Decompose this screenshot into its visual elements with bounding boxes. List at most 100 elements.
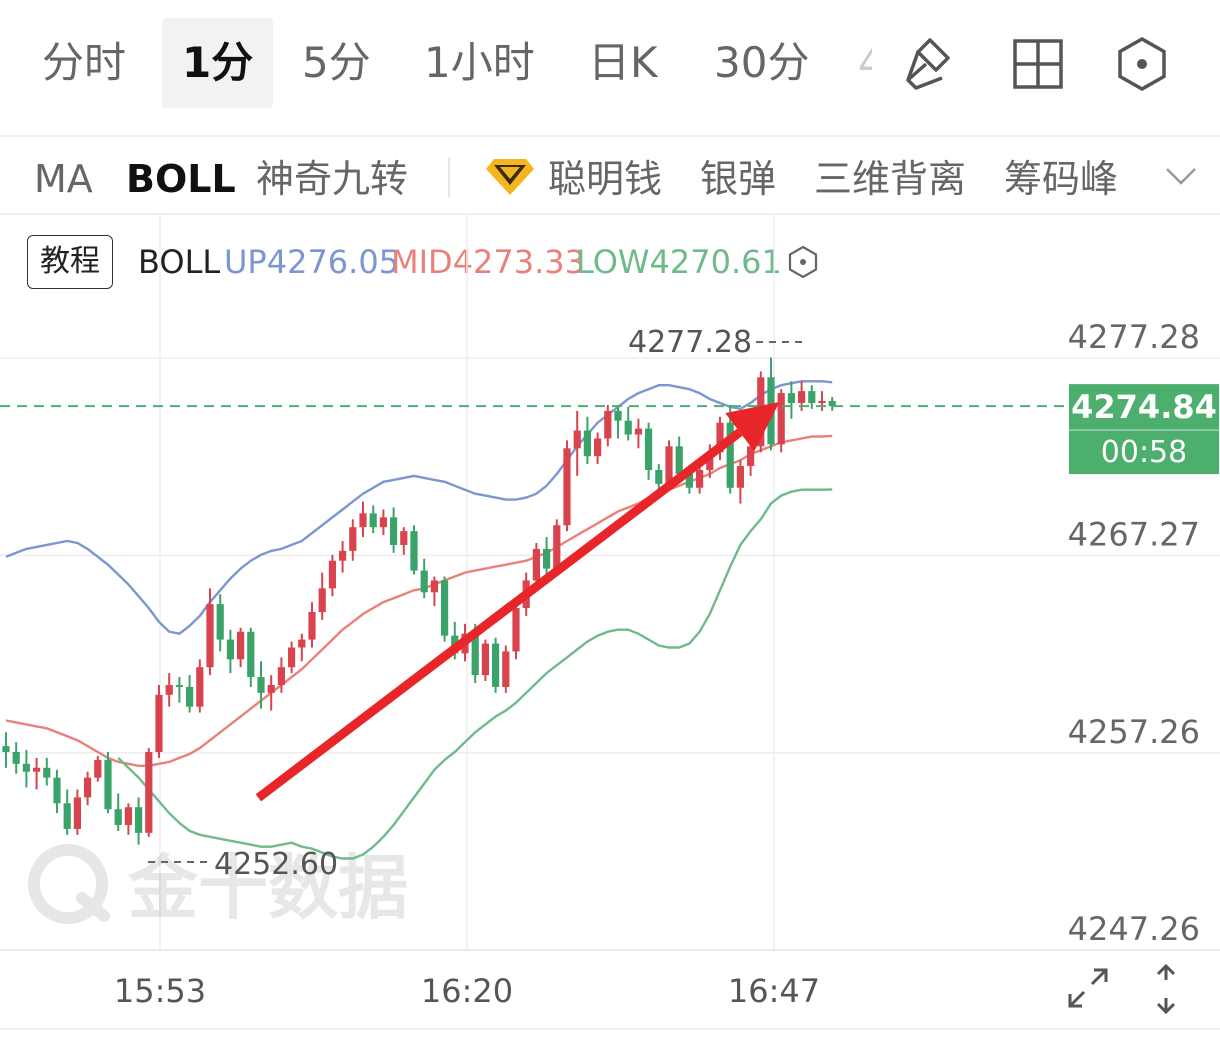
- candle: [339, 541, 347, 573]
- tab-1min[interactable]: 1分: [162, 18, 274, 108]
- tab-30min[interactable]: 30分: [694, 18, 829, 108]
- candle: [104, 752, 112, 814]
- indicator-tab-boll[interactable]: BOLL: [126, 137, 236, 221]
- tab-5min[interactable]: 5分: [282, 18, 391, 108]
- candle: [808, 385, 816, 409]
- candles: [2, 357, 836, 845]
- tab-1hour[interactable]: 1小时: [404, 18, 555, 108]
- candle-body: [512, 608, 520, 652]
- candle-body: [308, 611, 316, 640]
- candle: [573, 410, 581, 476]
- countdown-timer: 00:58: [1101, 435, 1187, 470]
- candle: [481, 639, 489, 682]
- candle-body: [43, 767, 51, 778]
- candle-body: [359, 513, 367, 528]
- diamond-icon: [486, 159, 534, 195]
- y-tick-label: 4277.28: [1068, 318, 1200, 356]
- candle-body: [492, 643, 500, 687]
- candle-body: [543, 548, 551, 569]
- candle-body: [318, 588, 326, 612]
- candle: [369, 505, 377, 534]
- candle-body: [288, 647, 296, 668]
- candle: [216, 594, 224, 652]
- candle-body: [604, 410, 612, 439]
- indicator-tab-shenqi[interactable]: 神奇九转: [256, 137, 408, 221]
- candle: [410, 525, 418, 575]
- candle-body: [808, 391, 816, 403]
- candle-body: [594, 438, 602, 457]
- candle: [634, 418, 642, 449]
- candle: [298, 633, 306, 662]
- candle: [84, 771, 92, 806]
- candle-body: [328, 560, 336, 589]
- candle-body: [675, 446, 683, 474]
- candle: [318, 572, 326, 620]
- draw-line-icon[interactable]: [902, 34, 962, 94]
- divider: [448, 157, 450, 197]
- candle: [33, 757, 41, 790]
- candle: [267, 675, 275, 711]
- candle-body: [553, 525, 561, 569]
- tab-daily-k[interactable]: 日K: [568, 18, 678, 108]
- candle-body: [441, 580, 449, 636]
- candle: [22, 750, 30, 788]
- tab-4-truncated[interactable]: 4: [844, 18, 872, 108]
- current-price-tag: 4274.84 00:58: [1069, 384, 1219, 475]
- candle-body: [114, 809, 122, 825]
- candle-body: [502, 651, 510, 687]
- candle: [492, 637, 500, 693]
- chevron-down-icon[interactable]: [1164, 165, 1198, 187]
- candle-body: [798, 391, 806, 403]
- candle: [12, 742, 20, 774]
- candle: [604, 404, 612, 447]
- vertical-resize-icon[interactable]: [1148, 960, 1184, 1018]
- settings-hex-icon[interactable]: [1112, 34, 1172, 94]
- candle-body: [226, 639, 234, 660]
- candle: [94, 755, 102, 782]
- candle-body: [53, 777, 61, 804]
- candle-body: [247, 631, 255, 678]
- candle: [359, 501, 367, 538]
- candle-body: [787, 393, 795, 403]
- y-tick-label: 4247.26: [1068, 910, 1200, 948]
- candle: [502, 645, 510, 693]
- x-tick-label: 16:20: [421, 972, 513, 1010]
- candle-body: [124, 807, 132, 825]
- indicator-tab-chip-peak[interactable]: 筹码峰: [1004, 137, 1118, 221]
- candle-body: [614, 410, 622, 421]
- indicator-tab-silver-bullet[interactable]: 银弹: [700, 137, 776, 221]
- fullscreen-icon[interactable]: [1062, 962, 1114, 1014]
- grid-layout-icon[interactable]: [1008, 34, 1068, 94]
- candle: [400, 527, 408, 555]
- candle-body: [665, 446, 673, 484]
- candle-body: [369, 513, 377, 528]
- candle-body: [634, 428, 642, 435]
- candle-body: [63, 803, 71, 829]
- candle: [390, 507, 398, 553]
- tab-fenshi[interactable]: 分时: [22, 18, 146, 108]
- indicator-tab-3d-divergence[interactable]: 三维背离: [814, 137, 966, 221]
- candle: [247, 627, 255, 687]
- bottom-divider: [0, 1028, 1220, 1030]
- candle-body: [349, 527, 357, 551]
- candle: [349, 519, 357, 561]
- y-axis: 4277.28 4267.27 4257.26 4247.26 4274.84 00:58: [1068, 318, 1219, 948]
- candle: [155, 684, 163, 758]
- chart-grid: [0, 214, 1220, 951]
- candle: [53, 769, 61, 814]
- candle-body: [165, 684, 173, 695]
- candle: [124, 803, 132, 835]
- timeframe-bar: 分时 1分 5分 1小时 日K 30分 4: [0, 0, 1220, 137]
- candle-body: [420, 570, 428, 593]
- indicator-tab-ma[interactable]: MA: [34, 137, 93, 221]
- candle-body: [400, 531, 408, 545]
- candle-body: [645, 428, 653, 471]
- candle-body: [94, 759, 102, 778]
- y-tick-label: 4267.27: [1068, 515, 1200, 553]
- candle: [624, 406, 632, 441]
- indicator-tab-smart-money[interactable]: 聪明钱: [548, 137, 662, 221]
- candle: [777, 389, 785, 453]
- candle: [73, 789, 81, 835]
- current-price-value: 4274.84: [1071, 388, 1217, 426]
- candlestick-chart[interactable]: 金十数据 4277.284252.60 4277.284267.274257.2…: [0, 214, 1220, 1026]
